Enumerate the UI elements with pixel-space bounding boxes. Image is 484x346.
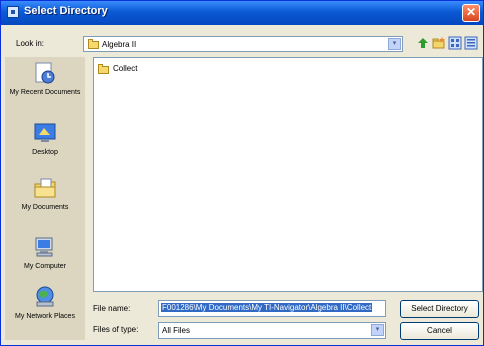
- files-of-type-label: Files of type:: [93, 325, 139, 334]
- up-one-level-icon[interactable]: [416, 36, 430, 50]
- close-button[interactable]: ✕: [462, 4, 480, 22]
- look-in-value: Algebra II: [102, 40, 137, 49]
- new-folder-icon[interactable]: [432, 36, 446, 50]
- place-label: My Network Places: [15, 313, 75, 320]
- place-my-network-places[interactable]: My Network Places: [5, 285, 85, 321]
- desktop-icon: [33, 121, 57, 145]
- look-in-combo[interactable]: Algebra II ▾: [83, 36, 403, 52]
- place-label: My Documents: [21, 204, 69, 211]
- file-list[interactable]: Collect: [93, 57, 483, 292]
- folder-icon: [88, 39, 99, 49]
- files-of-type-value: All Files: [162, 326, 191, 335]
- file-name-text: Collect: [113, 64, 138, 73]
- details-view-icon[interactable]: [464, 36, 478, 50]
- place-label: My Computer: [23, 263, 66, 270]
- my-documents-icon: [33, 176, 57, 200]
- file-name-input[interactable]: F001286\My Documents\My TI-Navigator\Alg…: [158, 300, 386, 317]
- place-label: Desktop: [32, 149, 58, 156]
- place-desktop[interactable]: Desktop: [5, 121, 85, 157]
- place-label: My Recent Documents: [9, 89, 81, 96]
- list-view-icon[interactable]: [448, 36, 462, 50]
- look-in-dropdown-button[interactable]: ▾: [388, 38, 401, 50]
- select-directory-button[interactable]: Select Directory: [400, 300, 479, 318]
- window-title: Select Directory: [24, 5, 108, 17]
- place-my-recent-documents[interactable]: My Recent Documents: [5, 61, 85, 97]
- network-places-icon: [33, 285, 57, 309]
- places-bar: My Recent Documents Desktop My Documents…: [5, 57, 85, 340]
- recent-documents-icon: [33, 61, 57, 85]
- file-name-value: F001286\My Documents\My TI-Navigator\Alg…: [161, 303, 373, 312]
- title-bar[interactable]: Select Directory ✕: [1, 1, 483, 25]
- place-my-computer[interactable]: My Computer: [5, 235, 85, 271]
- app-icon: [7, 6, 19, 18]
- files-of-type-select[interactable]: All Files ▾: [158, 322, 386, 339]
- cancel-button[interactable]: Cancel: [400, 322, 479, 340]
- select-directory-dialog: Select Directory ✕ Look in: Algebra II ▾…: [0, 0, 484, 346]
- folder-icon: [98, 64, 109, 74]
- place-my-documents[interactable]: My Documents: [5, 176, 85, 212]
- files-of-type-dropdown-button[interactable]: ▾: [371, 324, 384, 336]
- look-in-label: Look in:: [16, 39, 45, 48]
- file-name-label: File name:: [93, 304, 131, 313]
- my-computer-icon: [33, 235, 57, 259]
